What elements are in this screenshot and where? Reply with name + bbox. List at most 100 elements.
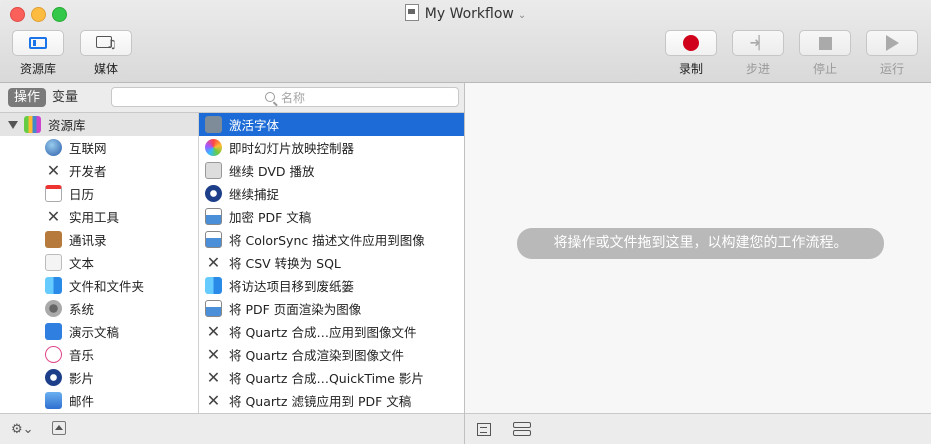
disclosure-triangle-icon[interactable]: [8, 120, 18, 129]
category-label: 实用工具: [69, 210, 120, 225]
action-label: 将 Quartz 合成…应用到图像文件: [229, 325, 417, 340]
category-item[interactable]: 邮件: [0, 389, 198, 412]
action-label: 激活字体: [229, 118, 280, 133]
step-label: 步进: [745, 62, 770, 76]
action-item[interactable]: 继续 DVD 播放: [199, 159, 464, 182]
action-label: 加密 PDF 文稿: [229, 210, 312, 225]
step-button[interactable]: ➜▏: [732, 30, 784, 56]
action-item[interactable]: ✕ 将 Quartz 合成…应用到图像文件: [199, 320, 464, 343]
stop-label: 停止: [812, 62, 837, 76]
action-list[interactable]: 激活字体即时幻灯片放映控制器 继续 DVD 播放继续捕捉加密 PDF 文稿将 Co…: [199, 113, 464, 414]
action-item[interactable]: 将 PDF 页面渲染为图像: [199, 297, 464, 320]
category-label: 系统: [69, 302, 95, 317]
category-item[interactable]: 系统: [0, 297, 198, 320]
system-icon: [45, 300, 62, 317]
variables-view-icon[interactable]: [513, 422, 531, 437]
workflow-document-icon: [404, 4, 419, 21]
description-toggle-button[interactable]: [52, 421, 66, 435]
category-label: 资源库: [48, 118, 86, 133]
action-label: 将访达项目移到废纸篓: [229, 279, 355, 294]
category-item[interactable]: 日历: [0, 182, 198, 205]
workflow-area[interactable]: 将操作或文件拖到这里，以构建您的工作流程。: [465, 83, 931, 444]
action-item[interactable]: 继续捕捉: [199, 182, 464, 205]
action-item[interactable]: ✕ 将 CSV 转换为 SQL: [199, 251, 464, 274]
category-label: 文件和文件夹: [69, 279, 145, 294]
tools-icon: ✕: [206, 253, 221, 272]
action-item[interactable]: 加密 PDF 文稿: [199, 205, 464, 228]
action-label: 继续捕捉: [229, 187, 280, 202]
action-label: 将 Quartz 滤镜应用到 PDF 文稿: [229, 394, 412, 409]
library-bottom-bar: ⚙⌄: [0, 413, 464, 444]
library-button[interactable]: [12, 30, 64, 56]
tools-icon: ✕: [206, 322, 221, 341]
tools-icon: ✕: [46, 161, 61, 180]
run-label: 运行: [879, 62, 904, 76]
run-button[interactable]: [866, 30, 918, 56]
preview-icon: [205, 208, 222, 225]
preview-icon: [205, 300, 222, 317]
stop-button[interactable]: [799, 30, 851, 56]
action-item[interactable]: 将访达项目移到废纸篓: [199, 274, 464, 297]
category-item[interactable]: 音乐: [0, 343, 198, 366]
calendar-icon: [45, 185, 62, 202]
gear-icon[interactable]: ⚙⌄: [11, 422, 34, 437]
category-item[interactable]: 演示文稿: [0, 320, 198, 343]
window-title[interactable]: My Workflow ⌄: [0, 4, 931, 22]
media-label: 媒体: [93, 62, 118, 76]
action-item[interactable]: 即时幻灯片放映控制器: [199, 136, 464, 159]
action-item[interactable]: ✕ 将 Quartz 滤镜应用到 PDF 文稿: [199, 389, 464, 412]
action-item[interactable]: 激活字体: [199, 113, 464, 136]
category-item[interactable]: 互联网: [0, 136, 198, 159]
category-item[interactable]: ✕ 实用工具: [0, 205, 198, 228]
category-label: 文本: [69, 256, 95, 271]
music-icon: [45, 346, 62, 363]
tools-icon: ✕: [206, 368, 221, 387]
dvd-player-icon: [205, 162, 222, 179]
record-icon: [683, 35, 699, 51]
chevron-down-icon: ⌄: [517, 10, 527, 21]
category-item[interactable]: 影片: [0, 366, 198, 389]
category-label: 开发者: [69, 164, 107, 179]
step-icon: ➜▏: [749, 35, 769, 51]
action-item[interactable]: ✕ 将 Quartz 合成渲染到图像文件: [199, 343, 464, 366]
actions-variables-segmented: 操作 变量: [8, 88, 84, 107]
run-icon: [885, 35, 899, 51]
automator-window: My Workflow⌄ 资源库 媒体 录制 ➜▏ 步进 停止 运行 操作 变量…: [0, 0, 931, 444]
media-icon: [96, 36, 117, 51]
category-library-root[interactable]: 资源库: [0, 113, 198, 136]
tab-variables[interactable]: 变量: [46, 88, 84, 107]
window-title-text: My Workflow: [424, 6, 514, 22]
category-item[interactable]: 文本: [0, 251, 198, 274]
category-label: 演示文稿: [69, 325, 120, 340]
action-item[interactable]: 将 ColorSync 描述文件应用到图像: [199, 228, 464, 251]
stop-icon: [818, 36, 832, 50]
category-label: 影片: [69, 371, 95, 386]
mail-icon: [45, 392, 62, 409]
log-view-icon[interactable]: [477, 423, 491, 436]
category-label: 音乐: [69, 348, 95, 363]
category-label: 通讯录: [69, 233, 107, 248]
tab-actions[interactable]: 操作: [8, 88, 47, 107]
keynote-icon: [45, 323, 62, 340]
category-list[interactable]: 资源库 互联网 ✕ 开发者 日历 ✕ 实用工具 通讯录 文本 文件和文件夹 系统 演示文稿 音乐 影片 邮件…: [0, 113, 199, 414]
toolbar: My Workflow⌄ 资源库 媒体 录制 ➜▏ 步进 停止 运行: [0, 0, 931, 83]
finder-icon: [45, 277, 62, 294]
category-label: 日历: [69, 187, 95, 202]
category-item[interactable]: 文件和文件夹: [0, 274, 198, 297]
drop-hint: 将操作或文件拖到这里，以构建您的工作流程。: [517, 228, 884, 259]
search-placeholder: 名称: [280, 90, 305, 105]
category-item[interactable]: 通讯录: [0, 228, 198, 251]
quicktime-icon: [205, 185, 222, 202]
record-button[interactable]: [665, 30, 717, 56]
contacts-icon: [45, 231, 62, 248]
tools-icon: ✕: [206, 391, 221, 410]
action-label: 将 PDF 页面渲染为图像: [229, 302, 362, 317]
search-field[interactable]: 名称: [111, 87, 459, 107]
media-button[interactable]: [80, 30, 132, 56]
category-item[interactable]: ✕ 开发者: [0, 159, 198, 182]
font-book-icon: [205, 116, 222, 133]
library-books-icon: [24, 116, 41, 133]
action-item[interactable]: ✕ 将 Quartz 合成…QuickTime 影片: [199, 366, 464, 389]
action-label: 将 ColorSync 描述文件应用到图像: [229, 233, 425, 248]
preview-icon: [205, 231, 222, 248]
